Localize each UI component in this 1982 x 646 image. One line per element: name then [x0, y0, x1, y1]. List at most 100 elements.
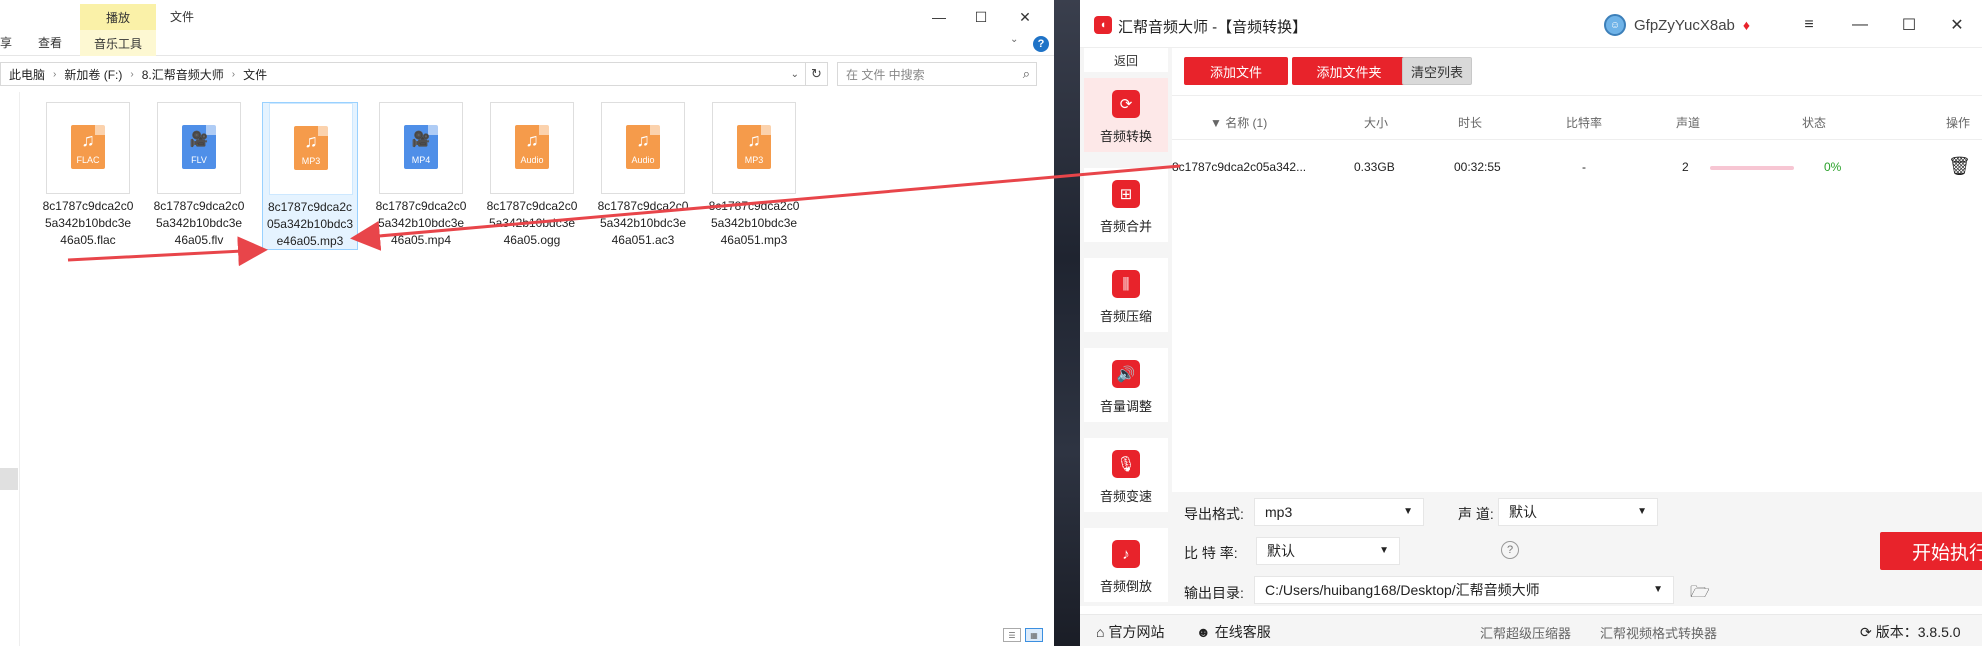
breadcrumb-current-folder[interactable]: 文件 [243, 66, 267, 83]
app-minimize-button[interactable]: — [1845, 12, 1875, 38]
nav-item-audio-merge[interactable]: ⊞ 音频合并 [1084, 168, 1168, 242]
help-icon[interactable]: ? [1033, 36, 1049, 52]
official-website-link[interactable]: ⌂ 官方网站 [1096, 622, 1164, 642]
file-item-ac3[interactable]: ♫ Audio 8c1787c9dca2c05a342b10bdc3e46a051… [595, 102, 691, 250]
desktop-background [1054, 0, 1080, 646]
progress-percent: 0% [1824, 160, 1842, 174]
file-item-ogg[interactable]: ♫ Audio 8c1787c9dca2c05a342b10bdc3e46a05.… [484, 102, 580, 250]
ribbon-tab-view[interactable]: 查看 [38, 34, 62, 51]
file-item-mp3-selected[interactable]: ♫ MP3 8c1787c9dca2c05a342b10bdc3e46a05.mp… [262, 102, 358, 250]
channel-select[interactable]: 默认 ▼ [1498, 498, 1658, 526]
export-format-value: mp3 [1265, 504, 1293, 520]
breadcrumb-this-pc[interactable]: 此电脑 [9, 66, 45, 83]
refresh-button[interactable]: ↻ [806, 62, 828, 86]
file-explorer-window: 享 查看 播放 音乐工具 文件 — ☐ ✕ ⌄ ? 此电脑 › 新加卷 (F:)… [0, 0, 1054, 646]
breadcrumb-app-folder[interactable]: 8.汇帮音频大师 [142, 66, 224, 83]
explorer-ribbon: 享 查看 播放 音乐工具 文件 — ☐ ✕ ⌄ ? [0, 0, 1054, 56]
explorer-close-button[interactable]: ✕ [1010, 6, 1040, 28]
file-name: 8c1787c9dca2c05a342b10bdc3e46a051.mp3 [708, 199, 800, 247]
app-maximize-button[interactable]: ☐ [1894, 12, 1924, 38]
app-menu-button[interactable]: ≡ [1794, 12, 1824, 38]
online-support-link[interactable]: ☻ 在线客服 [1196, 622, 1271, 642]
explorer-minimize-button[interactable]: — [924, 6, 954, 28]
explorer-maximize-button[interactable]: ☐ [966, 6, 996, 28]
row-file-size: 0.33GB [1354, 160, 1395, 174]
compressor-link[interactable]: 汇帮超级压缩器 [1480, 623, 1571, 642]
bitrate-value: 默认 [1267, 543, 1295, 559]
file-item-flv[interactable]: 🎥 FLV 8c1787c9dca2c05a342b10bdc3e46a05.fl… [151, 102, 247, 250]
help-question-icon[interactable]: ? [1501, 541, 1519, 559]
row-file-name: 8c1787c9dca2c05a342... [1172, 160, 1307, 174]
large-icons-view-icon[interactable]: ▦ [1025, 628, 1043, 642]
nav-item-audio-speed[interactable]: 🎙 音频变速 [1084, 438, 1168, 512]
ribbon-tab-music-tools[interactable]: 音乐工具 [80, 30, 156, 56]
file-name: 8c1787c9dca2c05a342b10bdc3e46a05.flv [153, 199, 245, 247]
channel-value: 默认 [1509, 504, 1537, 520]
address-bar[interactable]: 此电脑 › 新加卷 (F:) › 8.汇帮音频大师 › 文件 ⌄ [0, 62, 806, 86]
file-thumbnail: 🎥 FLV [157, 102, 241, 194]
row-channels: 2 [1682, 160, 1689, 174]
clear-list-button[interactable]: 清空列表 [1402, 57, 1472, 85]
address-dropdown-icon[interactable]: ⌄ [791, 69, 799, 80]
bitrate-select[interactable]: 默认 ▼ [1256, 537, 1400, 565]
file-name: 8c1787c9dca2c05a342b10bdc3e46a05.mp3 [266, 200, 354, 248]
file-item-flac[interactable]: ♫ FLAC 8c1787c9dca2c05a342b10bdc3e46a05.f… [40, 102, 136, 250]
add-folder-button[interactable]: 添加文件夹 [1292, 57, 1406, 85]
output-directory-select[interactable]: C:/Users/huibang168/Desktop/汇帮音频大师 ▼ [1254, 576, 1674, 604]
update-refresh-icon[interactable]: ⟳ [1860, 624, 1872, 641]
video-converter-link[interactable]: 汇帮视频格式转换器 [1600, 623, 1717, 642]
open-folder-icon[interactable]: 🗁 [1690, 581, 1710, 608]
nav-item-audio-compress[interactable]: ⫼ 音频压缩 [1084, 258, 1168, 332]
file-thumbnail: ♫ FLAC [46, 102, 130, 194]
ribbon-context-header: 播放 [80, 4, 156, 30]
app-close-button[interactable]: ✕ [1942, 12, 1972, 38]
support-agent-icon: ☻ [1196, 624, 1211, 640]
audio-file-icon: ♫ Audio [515, 125, 549, 169]
version-info: ⟳ 版本：3.8.5.0 [1860, 623, 1961, 641]
audio-file-icon: ♫ Audio [626, 125, 660, 169]
audio-file-icon: ♫ MP3 [737, 125, 771, 169]
file-table-header: ▼ 名称 (1) 大小 时长 比特率 声道 状态 操作 [1172, 102, 1982, 140]
navigation-pane[interactable] [0, 92, 20, 646]
ribbon-tab-share[interactable]: 享 [0, 34, 12, 51]
add-file-button[interactable]: 添加文件 [1184, 57, 1288, 85]
table-row[interactable]: 8c1787c9dca2c05a342... 0.33GB 00:32:55 -… [1172, 150, 1982, 186]
start-execute-button[interactable]: 开始执行 [1880, 532, 1982, 570]
file-item-mp3[interactable]: ♫ MP3 8c1787c9dca2c05a342b10bdc3e46a051.m… [706, 102, 802, 250]
breadcrumb-separator-icon: › [53, 68, 57, 80]
search-placeholder: 在 文件 中搜索 [846, 67, 925, 82]
details-view-icon[interactable]: ☰ [1003, 628, 1021, 642]
file-thumbnail: ♫ Audio [490, 102, 574, 194]
music-note-icon: ♪ [1112, 540, 1140, 568]
breadcrumb-drive[interactable]: 新加卷 (F:) [64, 66, 122, 83]
column-header-duration: 时长 [1458, 116, 1483, 130]
avatar[interactable]: ☺ [1604, 14, 1626, 36]
row-duration: 00:32:55 [1454, 160, 1501, 174]
navigation-pane-selected-item[interactable] [0, 468, 18, 490]
vip-diamond-icon[interactable]: ♦ [1743, 17, 1750, 33]
export-format-select[interactable]: mp3 ▼ [1254, 498, 1424, 526]
audio-file-icon: ♫ MP3 [294, 126, 328, 170]
nav-item-audio-reverse[interactable]: ♪ 音频倒放 [1084, 528, 1168, 602]
file-thumbnail: 🎥 MP4 [379, 102, 463, 194]
file-name: 8c1787c9dca2c05a342b10bdc3e46a051.ac3 [597, 199, 689, 247]
app-logo-icon: ◖ [1094, 16, 1112, 34]
file-item-mp4[interactable]: 🎥 MP4 8c1787c9dca2c05a342b10bdc3e46a05.mp… [373, 102, 469, 250]
view-mode-switcher: ☰ ▦ [1003, 628, 1043, 642]
user-name: GfpZyYucX8ab [1634, 16, 1735, 34]
microphone-icon: 🎙 [1112, 450, 1140, 478]
column-header-name[interactable]: ▼ 名称 (1) [1210, 114, 1267, 131]
user-account[interactable]: ☺ GfpZyYucX8ab ♦ [1604, 14, 1750, 36]
output-directory-value: C:/Users/huibang168/Desktop/汇帮音频大师 [1265, 582, 1540, 598]
audio-file-icon: ♫ FLAC [71, 125, 105, 169]
explorer-search-input[interactable]: 在 文件 中搜索 ⌕ [837, 62, 1037, 86]
delete-trash-icon[interactable]: 🗑 [1948, 156, 1971, 177]
ribbon-expand-chevron-icon[interactable]: ⌄ [1010, 34, 1018, 45]
nav-item-audio-convert[interactable]: ⟳ 音频转换 [1084, 78, 1168, 152]
back-button[interactable]: 返回 [1084, 48, 1168, 72]
refresh-icon: ↻ [811, 66, 822, 81]
nav-item-volume-adjust[interactable]: 🔊 音量调整 [1084, 348, 1168, 422]
dropdown-arrow-icon: ▼ [1379, 545, 1389, 556]
export-settings-panel: 导出格式: mp3 ▼ 声 道: 默认 ▼ 比 特 率: 默认 ▼ ? 输出目录… [1172, 492, 1982, 606]
nav-label: 音频转换 [1099, 129, 1152, 144]
